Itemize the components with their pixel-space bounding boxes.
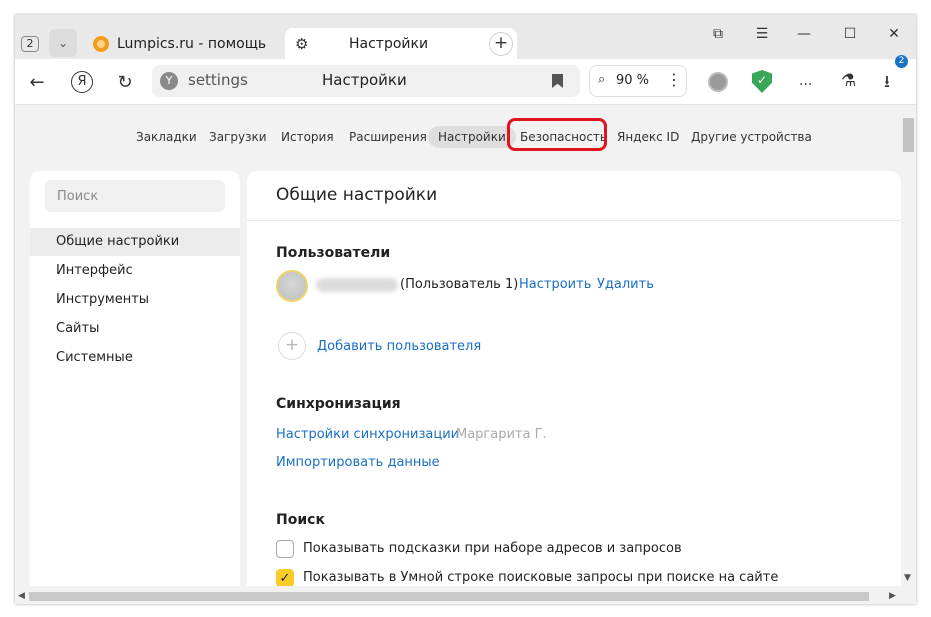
- pin-tabs-icon[interactable]: ⧉: [703, 23, 733, 45]
- bookmark-icon[interactable]: [552, 74, 563, 88]
- tab-count-badge[interactable]: 2: [21, 36, 39, 52]
- nav-yandex-id[interactable]: Яндекс ID: [607, 126, 689, 148]
- suggestions-checkbox-label[interactable]: Показывать подсказки при наборе адресов …: [303, 541, 682, 556]
- users-heading: Пользователи: [276, 245, 391, 261]
- browser-window: 2 ⌄ Lumpics.ru - помощь с компьютером ⚙ …: [15, 15, 916, 604]
- omnibox-url[interactable]: settings: [188, 71, 248, 89]
- configure-user-link[interactable]: Настроить: [519, 277, 591, 292]
- vertical-scroll-thumb[interactable]: [903, 118, 914, 152]
- orange-favicon-icon: [93, 35, 109, 52]
- security-highlight-frame: [507, 118, 607, 151]
- add-user-icon[interactable]: +: [278, 332, 306, 360]
- sidebar-item-tools[interactable]: Инструменты: [30, 286, 240, 314]
- tab-title: Настройки: [349, 35, 429, 52]
- sidebar-item-general[interactable]: Общие настройки: [30, 228, 240, 256]
- maximize-button[interactable]: ☐: [835, 23, 865, 45]
- vertical-scrollbar[interactable]: ▼: [901, 106, 916, 589]
- nav-bookmarks[interactable]: Закладки: [126, 126, 207, 148]
- user-role-label: (Пользователь 1): [400, 277, 519, 292]
- nav-settings[interactable]: Настройки: [428, 126, 516, 148]
- page-menu-icon[interactable]: ⋮: [666, 70, 682, 90]
- site-search-checkbox-label[interactable]: Показывать в Умной строке поисковые запр…: [303, 570, 778, 585]
- scroll-left-arrow-icon[interactable]: ◀: [18, 591, 25, 601]
- blurred-user-name: [316, 278, 398, 292]
- reload-button[interactable]: ↻: [113, 71, 137, 95]
- site-search-checkbox[interactable]: ✓: [276, 569, 294, 586]
- omnibox[interactable]: Y settings Настройки: [152, 65, 580, 97]
- zoom-control[interactable]: ⌕ 90 % ⋮: [589, 65, 687, 97]
- scroll-right-arrow-icon[interactable]: ▶: [889, 591, 896, 601]
- avatar[interactable]: [276, 270, 308, 302]
- tab-settings[interactable]: ⚙ Настройки ✕: [285, 28, 517, 59]
- page-title: Общие настройки: [276, 185, 438, 205]
- downloads-icon[interactable]: ⭳: [884, 69, 890, 98]
- scroll-down-arrow-icon[interactable]: ▼: [904, 573, 911, 583]
- browser-logo-icon: Y: [160, 72, 178, 90]
- tab-title: Lumpics.ru - помощь с компьютером: [117, 35, 267, 52]
- delete-user-link[interactable]: Удалить: [597, 277, 654, 292]
- settings-sidebar: Общие настройки Интерфейс Инструменты Са…: [30, 171, 240, 586]
- browser-menu-icon[interactable]: ☰: [747, 23, 777, 45]
- sidebar-item-system[interactable]: Системные: [30, 344, 240, 372]
- nav-extensions[interactable]: Расширения: [339, 126, 437, 148]
- tab-lumpics[interactable]: Lumpics.ru - помощь с компьютером: [87, 28, 283, 59]
- more-icon[interactable]: ...: [799, 73, 812, 89]
- minimize-button[interactable]: —: [789, 23, 819, 45]
- new-tab-button[interactable]: +: [489, 32, 513, 56]
- horizontal-scrollbar[interactable]: ◀ ▶: [15, 589, 901, 604]
- title-bar: 2 ⌄ Lumpics.ru - помощь с компьютером ⚙ …: [15, 15, 916, 59]
- nav-downloads[interactable]: Загрузки: [199, 126, 277, 148]
- horizontal-scroll-thumb[interactable]: [29, 592, 869, 601]
- divider: [247, 220, 901, 221]
- nav-history[interactable]: История: [271, 126, 344, 148]
- close-window-button[interactable]: ✕: [879, 23, 909, 45]
- suggestions-checkbox[interactable]: [276, 540, 294, 558]
- sync-user-name: Маргарита Г.: [456, 427, 547, 442]
- nav-other-devices[interactable]: Другие устройства: [681, 126, 822, 148]
- protect-shield-icon[interactable]: ✓: [752, 70, 772, 93]
- gear-icon: ⚙: [295, 34, 309, 53]
- yandex-button[interactable]: Я: [71, 71, 93, 93]
- sidebar-item-sites[interactable]: Сайты: [30, 315, 240, 343]
- settings-main-panel: Общие настройки Пользователи (Пользовате…: [247, 171, 901, 586]
- add-user-link[interactable]: Добавить пользователя: [317, 339, 481, 354]
- settings-nav: Закладки Загрузки История Расширения Нас…: [15, 106, 901, 162]
- globe-icon[interactable]: [708, 72, 728, 92]
- extensions-icon[interactable]: ⚗: [841, 71, 856, 91]
- sync-settings-link[interactable]: Настройки синхронизации: [276, 427, 459, 442]
- zoom-icon: ⌕: [598, 72, 606, 87]
- chevron-down-icon: ⌄: [57, 36, 69, 50]
- address-bar: ← Я ↻ Y settings Настройки ⌕ 90 % ⋮ ✓ ..…: [15, 59, 916, 105]
- back-button[interactable]: ←: [25, 71, 49, 95]
- sync-heading: Синхронизация: [276, 396, 401, 412]
- search-heading: Поиск: [276, 512, 325, 528]
- settings-search-input[interactable]: [45, 180, 225, 212]
- sidebar-item-interface[interactable]: Интерфейс: [30, 257, 240, 285]
- tabs-dropdown-button[interactable]: ⌄: [49, 29, 77, 57]
- downloads-count-badge: 2: [895, 55, 908, 68]
- omnibox-page-title: Настройки: [322, 71, 407, 89]
- import-data-link[interactable]: Импортировать данные: [276, 455, 440, 470]
- zoom-level: 90 %: [616, 73, 650, 88]
